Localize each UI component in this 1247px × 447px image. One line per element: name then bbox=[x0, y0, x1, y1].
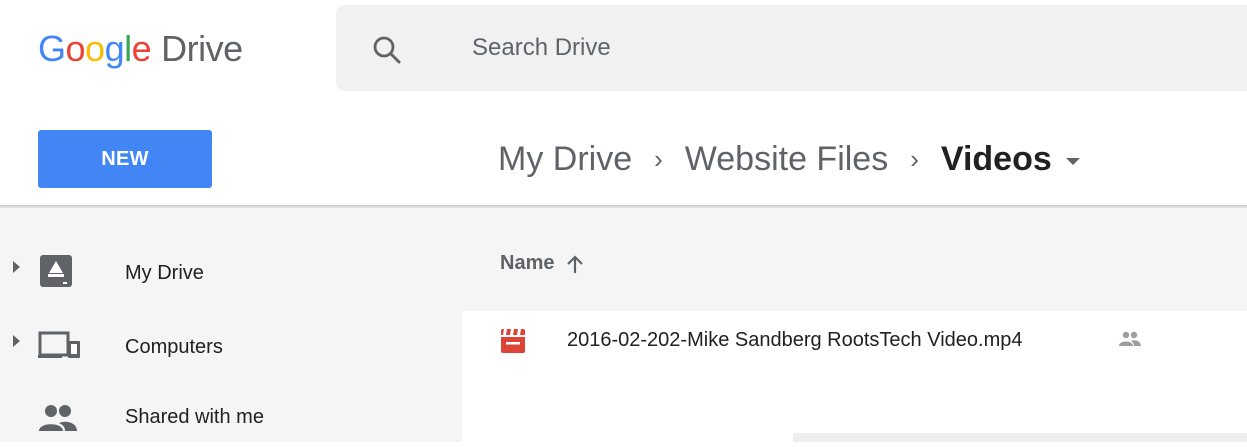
expand-arrow-icon[interactable] bbox=[13, 261, 20, 273]
video-file-icon bbox=[500, 328, 526, 359]
sidebar-item-label: My Drive bbox=[125, 262, 204, 284]
sidebar: My Drive Computers Shared with me bbox=[0, 208, 462, 442]
shared-people-icon bbox=[1119, 331, 1141, 352]
new-button[interactable]: NEW bbox=[38, 130, 212, 188]
file-list: Name 2016-02-202-Mike Sandberg RootsTech… bbox=[462, 208, 1247, 442]
logo-letter: o bbox=[65, 28, 86, 69]
sidebar-item-label: Computers bbox=[125, 336, 223, 358]
search-icon[interactable] bbox=[372, 35, 402, 70]
logo-letter: G bbox=[38, 28, 66, 69]
breadcrumb-videos[interactable]: Videos bbox=[941, 140, 1052, 179]
table-row[interactable]: 2016-02-202-Mike Sandberg RootsTech Vide… bbox=[462, 311, 1247, 370]
logo-letter: l bbox=[124, 28, 132, 69]
sidebar-item-shared-with-me[interactable]: Shared with me bbox=[0, 387, 462, 447]
chevron-right-icon: › bbox=[654, 143, 663, 174]
sidebar-item-my-drive[interactable]: My Drive bbox=[0, 243, 462, 303]
chevron-right-icon: › bbox=[910, 143, 919, 174]
shared-with-me-icon bbox=[38, 403, 78, 438]
breadcrumb-website-files[interactable]: Website Files bbox=[685, 140, 888, 179]
empty-list-area bbox=[462, 369, 1247, 442]
expand-arrow-icon[interactable] bbox=[13, 335, 20, 347]
top-bar: GoogleDrive NEW My Drive › Website Files… bbox=[0, 0, 1247, 208]
logo-letter: o bbox=[85, 28, 105, 69]
breadcrumb-my-drive[interactable]: My Drive bbox=[498, 140, 632, 179]
name-column-header[interactable]: Name bbox=[500, 252, 584, 275]
breadcrumb: My Drive › Website Files › Videos bbox=[498, 135, 1080, 183]
divider bbox=[793, 433, 1247, 442]
logo-letter: g bbox=[104, 28, 125, 69]
sidebar-item-computers[interactable]: Computers bbox=[0, 317, 462, 377]
search-input[interactable] bbox=[472, 30, 1072, 66]
google-drive-logo[interactable]: Google Drive bbox=[38, 28, 243, 70]
computers-icon bbox=[38, 329, 82, 366]
logo-letter: e bbox=[131, 28, 152, 69]
sidebar-item-label: Shared with me bbox=[125, 406, 264, 428]
dropdown-arrow-icon[interactable] bbox=[1065, 157, 1080, 165]
drive-icon bbox=[38, 253, 74, 294]
logo-product-name: Drive bbox=[161, 28, 243, 69]
sort-ascending-icon[interactable] bbox=[566, 254, 584, 274]
column-header-label: Name bbox=[500, 252, 555, 274]
file-name: 2016-02-202-Mike Sandberg RootsTech Vide… bbox=[567, 329, 1023, 351]
